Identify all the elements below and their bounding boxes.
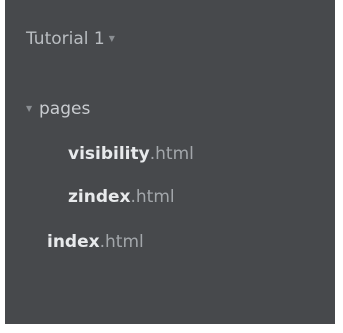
project-title-dropdown[interactable]: Tutorial 1 ▼ <box>26 28 115 50</box>
caret-down-icon: ▼ <box>108 34 115 43</box>
file-name: visibility <box>68 144 150 164</box>
file-extension: .html <box>99 232 144 252</box>
folder-label: pages <box>39 99 91 119</box>
project-title-label: Tutorial 1 <box>26 29 105 49</box>
file-extension: .html <box>149 144 194 164</box>
file-tree-sidebar: Tutorial 1 ▼ ▼ pages visibility.html zinde… <box>5 0 335 324</box>
file-item-visibility[interactable]: visibility.html <box>68 140 194 168</box>
file-name: index <box>47 232 100 252</box>
file-item-zindex[interactable]: zindex.html <box>68 183 175 211</box>
file-name: zindex <box>68 187 131 207</box>
file-item-index[interactable]: index.html <box>47 228 144 256</box>
file-extension: .html <box>130 187 175 207</box>
folder-pages[interactable]: ▼ pages <box>26 95 90 123</box>
triangle-down-icon[interactable]: ▼ <box>26 95 39 123</box>
